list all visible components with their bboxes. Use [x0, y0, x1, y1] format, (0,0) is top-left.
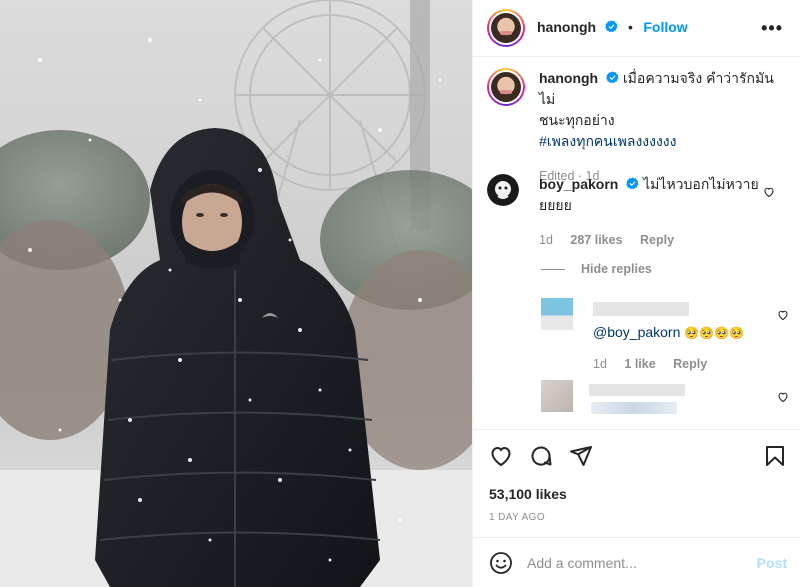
likes-count[interactable]: 53,100 likes	[489, 486, 567, 502]
share-icon[interactable]	[569, 444, 593, 468]
comment-like-heart-icon[interactable]	[763, 186, 775, 198]
post-header: hanongh • Follow •••	[473, 0, 800, 57]
reply-mention-link[interactable]: @boy_pakorn	[593, 324, 680, 340]
caption-hashtag-link[interactable]: #เพลงทุกคนเพลงงงงงง	[539, 133, 676, 149]
reply-time: 1d	[593, 357, 607, 371]
verified-badge-icon	[604, 20, 618, 33]
post-timestamp[interactable]: 1 DAY AGO	[489, 512, 545, 523]
comment-icon[interactable]	[529, 444, 553, 468]
emoji-icon[interactable]	[489, 551, 513, 575]
follow-button[interactable]: Follow	[643, 19, 687, 35]
reply-meta: 1d 1 like Reply	[593, 354, 763, 375]
caption-text: hanongh เมื่อความจริง คำว่ารักมันไม่ ชนะ…	[539, 68, 787, 187]
header-username[interactable]: hanongh	[537, 19, 596, 35]
redacted-username-blur	[593, 302, 689, 316]
verified-badge-icon	[626, 177, 639, 190]
caption-author-avatar[interactable]	[487, 68, 525, 106]
post-comment-button[interactable]: Post	[757, 555, 787, 571]
separator-dot: •	[628, 19, 633, 35]
redacted-username-blur	[589, 384, 685, 396]
author-avatar[interactable]	[487, 9, 525, 47]
reply-avatar-redacted[interactable]	[541, 298, 573, 330]
verified-badge-icon	[606, 71, 619, 84]
reply-body: @boy_pakorn 🥺🥺🥺🥺 1d 1 like Reply	[593, 298, 763, 375]
comment-body: boy_pakorn ไม่ไหวบอกไม่หวาย ยยยย 1d 287 …	[539, 174, 769, 251]
caption-line-2: ชนะทุกอย่าง	[539, 112, 615, 128]
reply-like-heart-icon[interactable]	[777, 391, 789, 403]
reply-avatar-redacted[interactable]	[541, 380, 573, 412]
comment-composer: Post	[473, 537, 800, 587]
comment-text-line-1: ไม่ไหวบอกไม่หวาย	[643, 176, 759, 192]
post-photo[interactable]	[0, 0, 472, 587]
add-comment-input[interactable]	[527, 550, 727, 576]
reply-like-heart-icon[interactable]	[777, 309, 789, 321]
commenter-username[interactable]: boy_pakorn	[539, 176, 618, 192]
comment-meta: 1d 287 likes Reply	[539, 230, 769, 251]
reply-likes-count[interactable]: 1 like	[624, 357, 655, 371]
post-photo-illustration	[0, 0, 472, 587]
hide-replies-button[interactable]: Hide replies	[541, 262, 652, 276]
heart-icon[interactable]	[489, 444, 513, 468]
header-author-row: hanongh • Follow	[537, 19, 688, 37]
bookmark-icon[interactable]	[763, 444, 787, 468]
comment-reply-button[interactable]: Reply	[640, 233, 674, 247]
reply-emojis: 🥺🥺🥺🥺	[684, 326, 745, 340]
comment-time: 1d	[539, 233, 553, 247]
commenter-avatar[interactable]	[487, 174, 519, 206]
reply-reply-button[interactable]: Reply	[673, 357, 707, 371]
redacted-text-blur	[591, 402, 677, 414]
comment-likes-count[interactable]: 287 likes	[570, 233, 622, 247]
reply-text-row: @boy_pakorn 🥺🥺🥺🥺	[593, 322, 763, 344]
more-options-icon[interactable]: •••	[761, 18, 783, 39]
post-actions: 53,100 likes 1 DAY AGO	[473, 429, 800, 525]
caption-username[interactable]: hanongh	[539, 70, 598, 86]
comment-text-line-2: ยยยย	[539, 197, 572, 213]
post-side-panel: hanongh • Follow ••• hanongh เมื่อความจร…	[472, 0, 800, 587]
